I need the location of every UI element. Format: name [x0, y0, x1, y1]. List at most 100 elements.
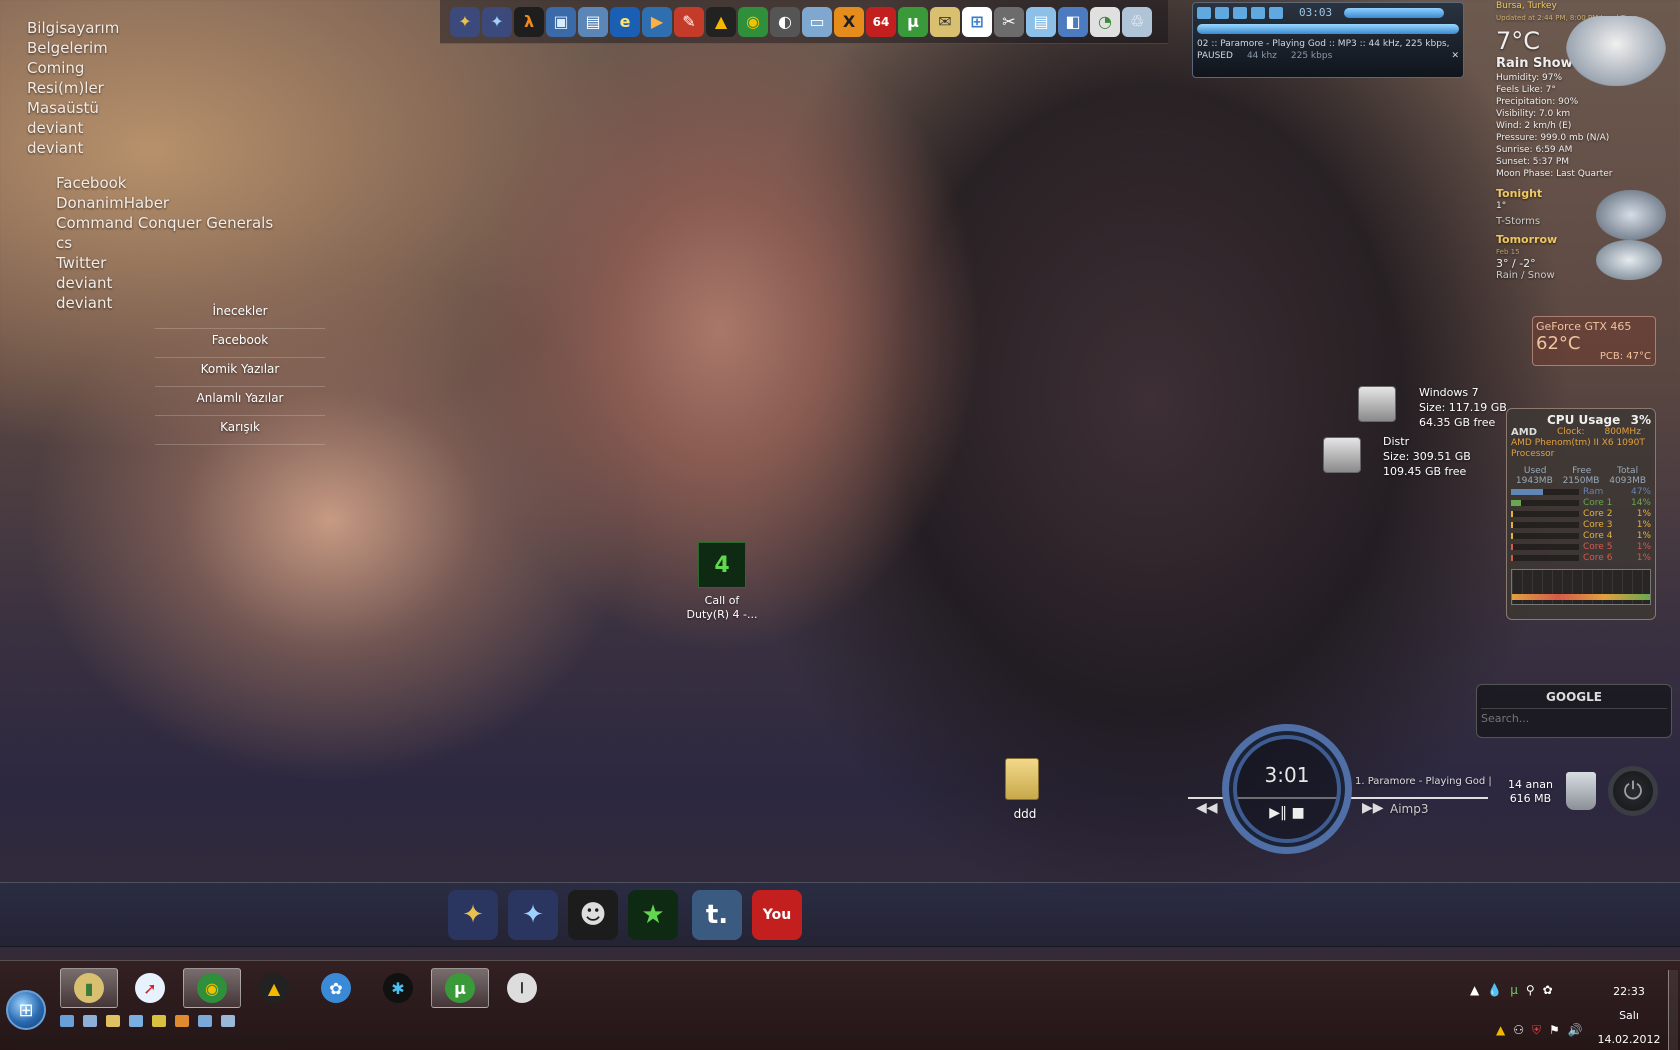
- play-button[interactable]: [1197, 6, 1211, 19]
- aida64-icon[interactable]: 64: [866, 6, 896, 37]
- left-link-2[interactable]: deviant: [56, 273, 273, 293]
- utorrent-task[interactable]: µ: [431, 968, 489, 1008]
- stop-button[interactable]: [1233, 6, 1247, 19]
- flag-tray-icon[interactable]: ⚑: [1549, 1023, 1560, 1038]
- left-link[interactable]: deviant: [27, 118, 119, 138]
- documents-icon[interactable]: ▤: [578, 6, 608, 37]
- monitor-icon[interactable]: [198, 1015, 212, 1027]
- call-of-duty-shortcut[interactable]: 4: [695, 542, 749, 588]
- generals-icon[interactable]: ✦: [508, 890, 558, 940]
- app-tray-icon[interactable]: ✿: [1543, 983, 1553, 997]
- start-button[interactable]: ⊞: [6, 990, 46, 1030]
- generals-icon[interactable]: ✦: [482, 6, 512, 37]
- circle-player-track: 1. Paramore - Playing God |: [1355, 776, 1492, 787]
- left-link-2[interactable]: Facebook: [56, 173, 273, 193]
- left-link[interactable]: Masaüstü: [27, 98, 119, 118]
- utorrent-icon[interactable]: µ: [898, 6, 928, 37]
- left-link-2[interactable]: cs: [56, 233, 273, 253]
- mem-free: 2150MB: [1562, 476, 1600, 486]
- left-link[interactable]: Resi(m)ler: [27, 78, 119, 98]
- left-link-2[interactable]: Command Conquer Generals: [56, 213, 273, 233]
- notepad-icon[interactable]: ▤: [1026, 6, 1056, 37]
- left-link[interactable]: Coming: [27, 58, 119, 78]
- chrome-icon[interactable]: ◉: [738, 6, 768, 37]
- key-icon[interactable]: [152, 1015, 166, 1027]
- desktop-icon[interactable]: [60, 1015, 74, 1027]
- menu-item[interactable]: Facebook: [155, 329, 325, 358]
- safari-task[interactable]: ➚: [121, 968, 179, 1008]
- media-player-icon[interactable]: ▶: [642, 6, 672, 37]
- show-desktop-button[interactable]: [1668, 970, 1678, 1050]
- clock[interactable]: 22:33 Salı 14.02.2012: [1592, 980, 1666, 1050]
- generals-zh-icon[interactable]: ✦: [448, 890, 498, 940]
- search-tray-icon[interactable]: ⚲: [1526, 983, 1535, 997]
- menu-item[interactable]: Anlamlı Yazılar: [155, 387, 325, 416]
- computer-icon[interactable]: ▣: [546, 6, 576, 37]
- chart-icon[interactable]: ◔: [1090, 6, 1120, 37]
- photoscape-icon[interactable]: ◐: [770, 6, 800, 37]
- explorer-task[interactable]: ▮: [60, 968, 118, 1008]
- pause-button[interactable]: [1215, 6, 1229, 19]
- next-button[interactable]: [1269, 6, 1283, 19]
- prev-button[interactable]: [1251, 6, 1265, 19]
- seek-bar[interactable]: [1197, 24, 1459, 34]
- volume-bar[interactable]: [1344, 7, 1445, 18]
- play-pause-icon[interactable]: ▶‖: [1269, 805, 1287, 821]
- left-link[interactable]: Bilgisayarım: [27, 18, 119, 38]
- network-task[interactable]: ✱: [369, 968, 427, 1008]
- counter-strike-icon[interactable]: ☻: [568, 890, 618, 940]
- ddd-folder[interactable]: [1005, 758, 1039, 800]
- close-icon[interactable]: ✕: [1451, 51, 1459, 61]
- volume-icon[interactable]: 🔊: [1568, 1023, 1583, 1038]
- control-panel-icon[interactable]: ◧: [1058, 6, 1088, 37]
- app-blue-task[interactable]: ✿: [307, 968, 365, 1008]
- internet-explorer-icon[interactable]: e: [610, 6, 640, 37]
- menu-item[interactable]: Komik Yazılar: [155, 358, 325, 387]
- network-icon[interactable]: [129, 1015, 143, 1027]
- settings-icon[interactable]: [221, 1015, 235, 1027]
- drive-distr[interactable]: [1323, 437, 1361, 473]
- paint-icon[interactable]: ✎: [674, 6, 704, 37]
- left-link-2[interactable]: DonanimHaber: [56, 193, 273, 213]
- half-life-icon[interactable]: λ: [514, 6, 544, 37]
- water-drop-icon[interactable]: 💧: [1487, 983, 1502, 997]
- show-hidden-icon[interactable]: ▲: [1470, 983, 1479, 997]
- chrome-task[interactable]: ◉: [183, 968, 241, 1008]
- rss-icon[interactable]: [175, 1015, 189, 1027]
- cpu-row: Core 4 1%: [1511, 530, 1651, 541]
- drive-windows7[interactable]: [1358, 386, 1396, 422]
- cpu-clock: 800MHz: [1604, 427, 1641, 437]
- left-link[interactable]: deviant: [27, 138, 119, 158]
- cpu-title: CPU Usage: [1547, 413, 1621, 427]
- computer-icon[interactable]: [83, 1015, 97, 1027]
- window-icon[interactable]: ▭: [802, 6, 832, 37]
- generals-zh-icon[interactable]: ✦: [450, 6, 480, 37]
- aimp-tray-icon[interactable]: ▲: [1496, 1023, 1505, 1038]
- users-tray-icon[interactable]: ⚇: [1513, 1023, 1524, 1038]
- xfire-icon[interactable]: X: [834, 6, 864, 37]
- power-icon[interactable]: ⏻: [1608, 766, 1658, 816]
- call-of-duty-icon[interactable]: ★: [628, 890, 678, 940]
- shield-tray-icon[interactable]: ⛨: [1532, 1023, 1541, 1038]
- aimp-icon[interactable]: ▲: [706, 6, 736, 37]
- mail-icon[interactable]: ✉: [930, 6, 960, 37]
- stop-icon[interactable]: ■: [1292, 805, 1305, 821]
- folder-icon[interactable]: [106, 1015, 120, 1027]
- fast-forward-icon[interactable]: ▶▶: [1362, 800, 1384, 816]
- menu-item[interactable]: İnecekler: [155, 300, 325, 329]
- recycle-bin-icon[interactable]: [1566, 772, 1596, 810]
- left-link-2[interactable]: Twitter: [56, 253, 273, 273]
- steam-task[interactable]: ⏽: [493, 968, 551, 1008]
- utorrent-tray-icon[interactable]: µ: [1510, 983, 1518, 997]
- windows-flag-icon[interactable]: ⊞: [962, 6, 992, 37]
- tools-icon[interactable]: ✂: [994, 6, 1024, 37]
- left-link[interactable]: Belgelerim: [27, 38, 119, 58]
- google-search-input[interactable]: [1481, 708, 1667, 728]
- rewind-icon[interactable]: ◀◀: [1196, 800, 1218, 816]
- tumblr-icon[interactable]: t.: [692, 890, 742, 940]
- aimp-task[interactable]: ▲: [245, 968, 303, 1008]
- menu-item[interactable]: Karışık: [155, 416, 325, 445]
- recycle-bin-icon[interactable]: ♲: [1122, 6, 1152, 37]
- weather-detail: Sunrise: 6:59 AM: [1496, 145, 1573, 155]
- youtube-icon[interactable]: You: [752, 890, 802, 940]
